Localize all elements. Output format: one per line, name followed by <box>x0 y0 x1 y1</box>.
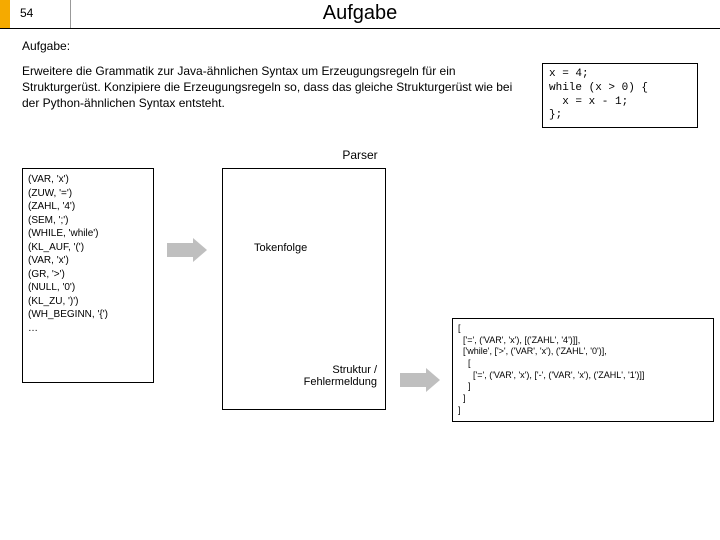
slide-title: Aufgabe <box>0 2 720 25</box>
task-description: Erweitere die Grammatik zur Java-ähnlich… <box>22 63 522 112</box>
output-structure-box: [ ['=', ('VAR', 'x'), [('ZAHL', '4')]], … <box>452 318 714 422</box>
parser-label: Parser <box>22 148 698 162</box>
parser-diagram: (VAR, 'x') (ZUW, '=') (ZAHL, '4') (SEM, … <box>22 168 698 448</box>
section-subhead: Aufgabe: <box>22 39 698 53</box>
parser-output-label: Struktur / Fehlermeldung <box>282 364 377 388</box>
token-sequence-box: (VAR, 'x') (ZUW, '=') (ZAHL, '4') (SEM, … <box>22 168 154 383</box>
slide-header: 54 Aufgabe <box>0 0 720 29</box>
parser-input-label: Tokenfolge <box>254 242 307 254</box>
source-code-box: x = 4; while (x > 0) { x = x - 1; }; <box>542 63 698 128</box>
arrow-icon <box>400 368 440 392</box>
arrow-icon <box>167 238 207 262</box>
